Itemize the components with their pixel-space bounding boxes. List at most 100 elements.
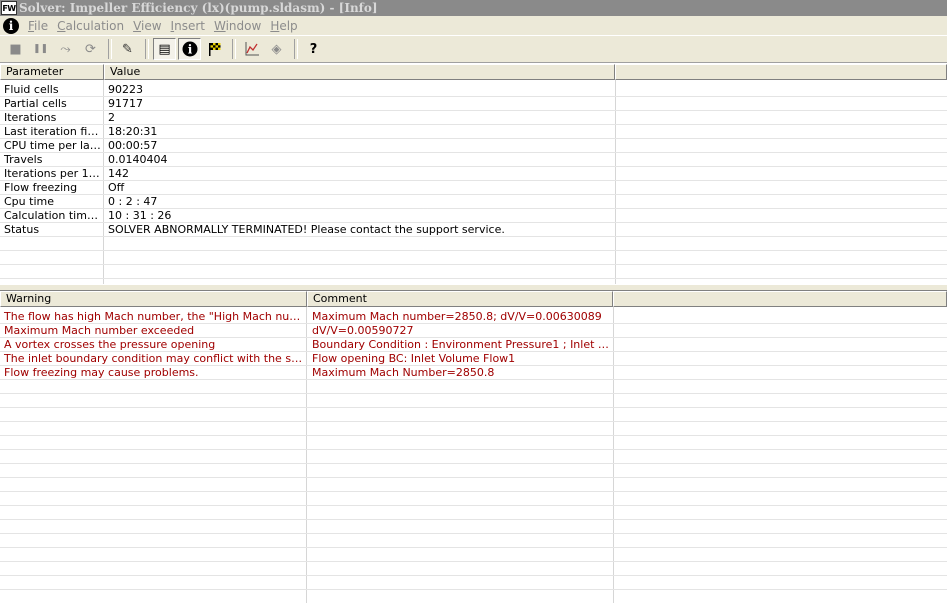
empty-row [0,492,947,506]
help-icon[interactable]: ? [302,38,325,60]
empty-row [0,506,947,520]
parameter-cell: Status [4,223,40,236]
column-header-value[interactable]: Value [104,64,615,80]
empty-row [0,394,947,408]
title-bar[interactable]: FW Solver: Impeller Efficiency (lx)(pump… [0,0,947,16]
app-icon[interactable]: FW [1,1,17,15]
table-row[interactable]: Maximum Mach number exceeded dV/V=0.00590… [0,324,947,338]
parameter-cell: Iterations [4,111,57,124]
parameter-cell: Fluid cells [4,83,59,96]
empty-row [0,534,947,548]
comment-cell: dV/V=0.00590727 [312,324,414,337]
empty-row [0,422,947,436]
warning-cell: Maximum Mach number exceeded [4,324,195,337]
table-row[interactable]: Iterations per 1 t... 142 [0,167,947,181]
column-header-empty [615,64,947,80]
empty-row [0,251,947,265]
window-title: Solver: Impeller Efficiency (lx)(pump.sl… [19,1,378,15]
comment-cell: Maximum Mach number=2850.8; dV/V=0.00630… [312,310,602,323]
warning-cell: A vortex crosses the pressure opening [4,338,216,351]
warning-cell: Flow freezing may cause problems. [4,366,199,379]
table-row[interactable]: Partial cells 91717 [0,97,947,111]
refresh-icon[interactable]: ⟳ [79,38,102,60]
comment-cell: Flow opening BC: Inlet Volume Flow1 [312,352,516,365]
table-row[interactable]: Calculation time left 10 : 31 : 26 [0,209,947,223]
table-row[interactable]: Flow freezing may cause problems. Maximum… [0,366,947,380]
column-header-warning[interactable]: Warning [0,291,307,307]
info-table: Parameter Value Fluid cells 90223 Partial … [0,64,947,284]
menu-view[interactable]: View [130,19,167,33]
column-header-empty [613,291,947,307]
table-row[interactable]: Iterations 2 [0,111,947,125]
table-row[interactable]: The inlet boundary condition may conflic… [0,352,947,366]
value-cell: 00:00:57 [108,139,158,152]
toolbar-separator [232,39,236,59]
value-cell: Off [108,181,125,194]
step-icon[interactable]: ⤳ [54,38,77,60]
table-row[interactable]: Flow freezing Off [0,181,947,195]
toolbar-separator [294,39,298,59]
empty-row [0,590,947,603]
menu-calculation[interactable]: Calculation [54,19,130,33]
value-cell: 90223 [108,83,143,96]
preview-icon[interactable]: ◈ [265,38,288,60]
parameter-cell: Calculation time left [4,209,103,222]
toolbar: ■ ❚❚ ⤳ ⟳ ✎ ▤ i ◈ ? [0,35,947,63]
stop-icon[interactable]: ■ [4,38,27,60]
parameter-cell: Travels [4,153,43,166]
empty-row [0,450,947,464]
info-icon[interactable]: i [3,17,19,34]
table-row[interactable]: Status SOLVER ABNORMALLY TERMINATED! Plea… [0,223,947,237]
table-row[interactable]: A vortex crosses the pressure opening Bou… [0,338,947,352]
menu-window[interactable]: Window [211,19,267,33]
empty-row [0,237,947,251]
comment-cell: Maximum Mach Number=2850.8 [312,366,495,379]
toolbar-separator [108,39,112,59]
warning-table: Warning Comment The flow has high Mach n… [0,291,947,603]
table-row[interactable]: Cpu time 0 : 2 : 47 [0,195,947,209]
parameter-cell: Cpu time [4,195,54,208]
empty-row [0,520,947,534]
value-cell: 142 [108,167,129,180]
table-row[interactable]: The flow has high Mach number, the "High… [0,310,947,324]
pin-icon[interactable]: ✎ [116,38,139,60]
parameter-cell: Partial cells [4,97,67,110]
parameter-cell: Iterations per 1 t... [4,167,103,180]
info-icon[interactable]: i [178,38,201,60]
empty-row [0,464,947,478]
parameter-cell: CPU time per last... [4,139,103,152]
column-header-parameter[interactable]: Parameter [0,64,104,80]
empty-row [0,408,947,422]
value-cell: 10 : 31 : 26 [108,209,172,222]
warning-cell: The inlet boundary condition may conflic… [4,352,306,365]
table-row[interactable]: Travels 0.0140404 [0,153,947,167]
comment-cell: Boundary Condition : Environment Pressur… [312,338,612,351]
value-cell: 2 [108,111,115,124]
value-cell: 0 : 2 : 47 [108,195,158,208]
warning-cell: The flow has high Mach number, the "High… [4,310,306,323]
table-row[interactable]: Fluid cells 90223 [0,83,947,97]
toolbar-separator [145,39,149,59]
svg-text:i: i [187,43,192,57]
empty-row [0,478,947,492]
document-icon[interactable]: ▤ [153,38,176,60]
menu-file[interactable]: File [25,19,54,33]
menu-insert[interactable]: Insert [168,19,211,33]
menu-help[interactable]: Help [267,19,303,33]
value-cell: 91717 [108,97,143,110]
table-row[interactable]: CPU time per last... 00:00:57 [0,139,947,153]
empty-row [0,380,947,394]
column-header-comment[interactable]: Comment [307,291,613,307]
menu-bar: i File Calculation View Insert Window He… [0,16,947,35]
value-cell: SOLVER ABNORMALLY TERMINATED! Please con… [108,223,505,236]
pause-icon[interactable]: ❚❚ [29,38,52,60]
goal-flag-icon[interactable] [203,38,226,60]
empty-row [0,436,947,450]
parameter-cell: Last iteration fini... [4,125,103,138]
plot-icon[interactable] [240,38,263,60]
pane-splitter[interactable] [0,284,947,291]
parameter-cell: Flow freezing [4,181,78,194]
empty-row [0,265,947,279]
empty-row [0,562,947,576]
table-row[interactable]: Last iteration fini... 18:20:31 [0,125,947,139]
